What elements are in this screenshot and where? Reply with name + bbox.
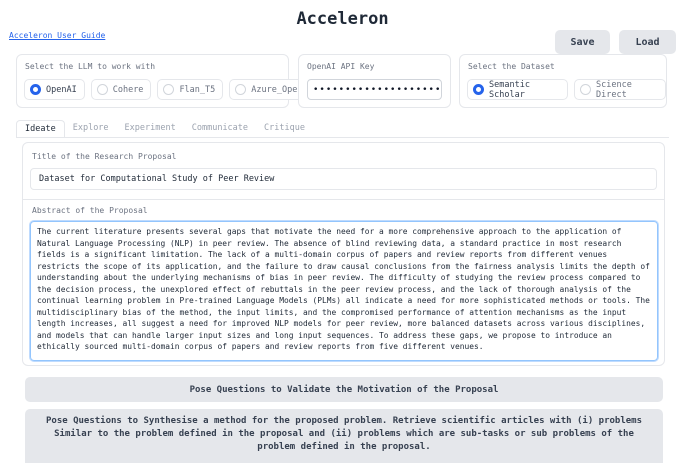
proposal-panel: Title of the Research Proposal Dataset f…	[22, 142, 665, 366]
llm-option-flan-t5[interactable]: Flan_T5	[157, 79, 224, 100]
user-guide-link[interactable]: Acceleron User Guide	[9, 31, 105, 40]
llm-radio-group: OpenAI Cohere Flan_T5 Azure_OpenAI	[24, 79, 321, 100]
dataset-option-semantic-scholar[interactable]: Semantic Scholar	[467, 79, 569, 100]
radio-checked-icon	[473, 84, 484, 95]
dataset-selection-panel: Select the Dataset Semantic Scholar Scie…	[459, 54, 667, 108]
radio-unchecked-icon	[163, 84, 175, 95]
synthesise-method-button[interactable]: Pose Questions to Synthesise a method fo…	[25, 409, 663, 463]
tab-experiment[interactable]: Experiment	[117, 120, 184, 138]
load-button[interactable]: Load	[619, 30, 676, 54]
field-divider	[23, 199, 664, 200]
dataset-option-label: Semantic Scholar	[489, 79, 530, 100]
radio-unchecked-icon	[235, 84, 247, 95]
llm-option-cohere[interactable]: Cohere	[90, 79, 152, 100]
dataset-option-science-direct[interactable]: Science Direct	[574, 79, 666, 100]
tab-divider	[16, 137, 669, 138]
llm-option-label: OpenAI	[46, 84, 77, 95]
tab-bar: Ideate Explore Experiment Communicate Cr…	[16, 120, 313, 138]
tab-critique[interactable]: Critique	[256, 120, 313, 138]
radio-checked-icon	[30, 84, 41, 95]
proposal-title-input[interactable]: Dataset for Computational Study of Peer …	[30, 168, 657, 190]
llm-option-label: Cohere	[112, 84, 144, 95]
api-key-label: OpenAI API Key	[307, 62, 375, 71]
tab-ideate[interactable]: Ideate	[16, 120, 65, 138]
llm-option-openai[interactable]: OpenAI	[24, 79, 85, 100]
api-key-input[interactable]: ••••••••••••••••••••••••••	[307, 79, 442, 100]
tab-explore[interactable]: Explore	[65, 120, 117, 138]
dataset-option-label: Science Direct	[596, 79, 632, 100]
dataset-radio-group: Semantic Scholar Science Direct	[467, 79, 666, 100]
llm-option-label: Flan_T5	[179, 84, 216, 95]
api-key-panel: OpenAI API Key •••••••••••••••••••••••••…	[298, 54, 451, 108]
proposal-abstract-label: Abstract of the Proposal	[32, 206, 148, 215]
app-title: Acceleron	[296, 9, 389, 29]
tab-communicate[interactable]: Communicate	[184, 120, 256, 138]
llm-selection-label: Select the LLM to work with	[25, 62, 156, 71]
save-button[interactable]: Save	[555, 30, 610, 54]
validate-motivation-button[interactable]: Pose Questions to Validate the Motivatio…	[25, 377, 663, 402]
proposal-title-label: Title of the Research Proposal	[32, 152, 177, 161]
dataset-selection-label: Select the Dataset	[468, 62, 555, 71]
proposal-abstract-textarea[interactable]: The current literature presents several …	[30, 221, 658, 361]
radio-unchecked-icon	[580, 84, 592, 95]
radio-unchecked-icon	[96, 84, 108, 95]
llm-selection-panel: Select the LLM to work with OpenAI Coher…	[16, 54, 321, 108]
